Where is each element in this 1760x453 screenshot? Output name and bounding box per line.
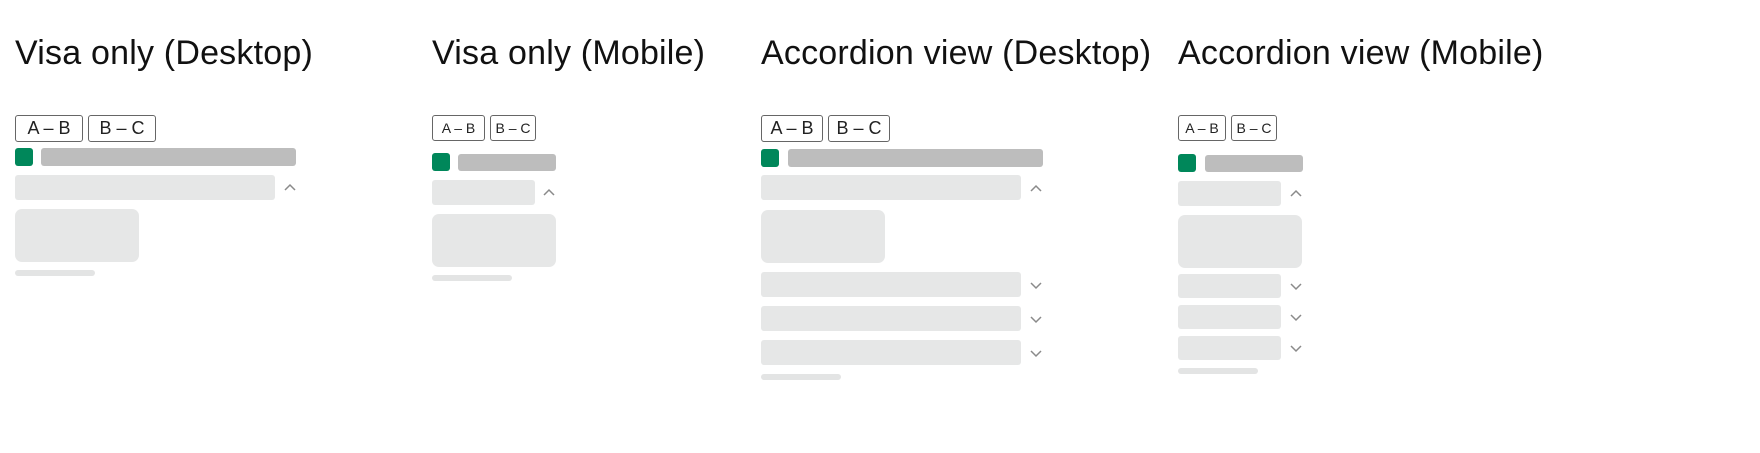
- chevron-up-icon[interactable]: [1287, 186, 1305, 200]
- accordion-header-placeholder[interactable]: [761, 340, 1021, 365]
- tab-group: A – B B – C: [15, 115, 161, 142]
- accordion-header-placeholder[interactable]: [15, 175, 275, 200]
- accordion-header-placeholder[interactable]: [432, 180, 535, 205]
- chevron-down-icon[interactable]: [1287, 279, 1305, 293]
- square-flag-icon: [15, 148, 33, 166]
- heading-placeholder: [788, 149, 1043, 167]
- tab-b-c[interactable]: B – C: [88, 115, 156, 142]
- tab-b-c[interactable]: B – C: [490, 115, 536, 141]
- tab-group: A – B B – C: [1178, 115, 1282, 141]
- accordion-header-placeholder[interactable]: [761, 306, 1021, 331]
- tab-a-b[interactable]: A – B: [432, 115, 485, 141]
- square-flag-icon: [761, 149, 779, 167]
- panel-title: Visa only (Desktop): [15, 34, 313, 72]
- footer-line-placeholder: [1178, 368, 1258, 374]
- tab-a-b[interactable]: A – B: [1178, 115, 1226, 141]
- heading-placeholder: [458, 154, 556, 171]
- accordion-header-placeholder[interactable]: [1178, 181, 1281, 206]
- tab-group: A – B B – C: [432, 115, 541, 141]
- accordion-header-placeholder[interactable]: [761, 272, 1021, 297]
- heading-placeholder: [41, 148, 296, 166]
- accordion-header-placeholder[interactable]: [761, 175, 1021, 200]
- panel-title: Accordion view (Mobile): [1178, 34, 1544, 72]
- chevron-down-icon[interactable]: [1287, 310, 1305, 324]
- square-flag-icon: [1178, 154, 1196, 172]
- panel-title: Visa only (Mobile): [432, 34, 706, 72]
- chevron-up-icon[interactable]: [1027, 181, 1045, 195]
- footer-line-placeholder: [15, 270, 95, 276]
- footer-line-placeholder: [432, 275, 512, 281]
- content-card-placeholder: [1178, 215, 1302, 268]
- accordion-header-placeholder[interactable]: [1178, 305, 1281, 329]
- tab-b-c[interactable]: B – C: [828, 115, 890, 142]
- tab-a-b[interactable]: A – B: [761, 115, 823, 142]
- accordion-header-placeholder[interactable]: [1178, 274, 1281, 298]
- tab-b-c[interactable]: B – C: [1231, 115, 1277, 141]
- content-card-placeholder: [432, 214, 556, 267]
- chevron-up-icon[interactable]: [281, 180, 299, 194]
- accordion-header-placeholder[interactable]: [1178, 336, 1281, 360]
- panel-title: Accordion view (Desktop): [761, 34, 1152, 72]
- chevron-down-icon[interactable]: [1027, 278, 1045, 292]
- tab-group: A – B B – C: [761, 115, 895, 142]
- heading-placeholder: [1205, 155, 1303, 172]
- chevron-down-icon[interactable]: [1027, 346, 1045, 360]
- footer-line-placeholder: [761, 374, 841, 380]
- chevron-up-icon[interactable]: [540, 185, 558, 199]
- content-card-placeholder: [15, 209, 139, 262]
- chevron-down-icon[interactable]: [1287, 341, 1305, 355]
- chevron-down-icon[interactable]: [1027, 312, 1045, 326]
- tab-a-b[interactable]: A – B: [15, 115, 83, 142]
- square-flag-icon: [432, 153, 450, 171]
- content-card-placeholder: [761, 210, 885, 263]
